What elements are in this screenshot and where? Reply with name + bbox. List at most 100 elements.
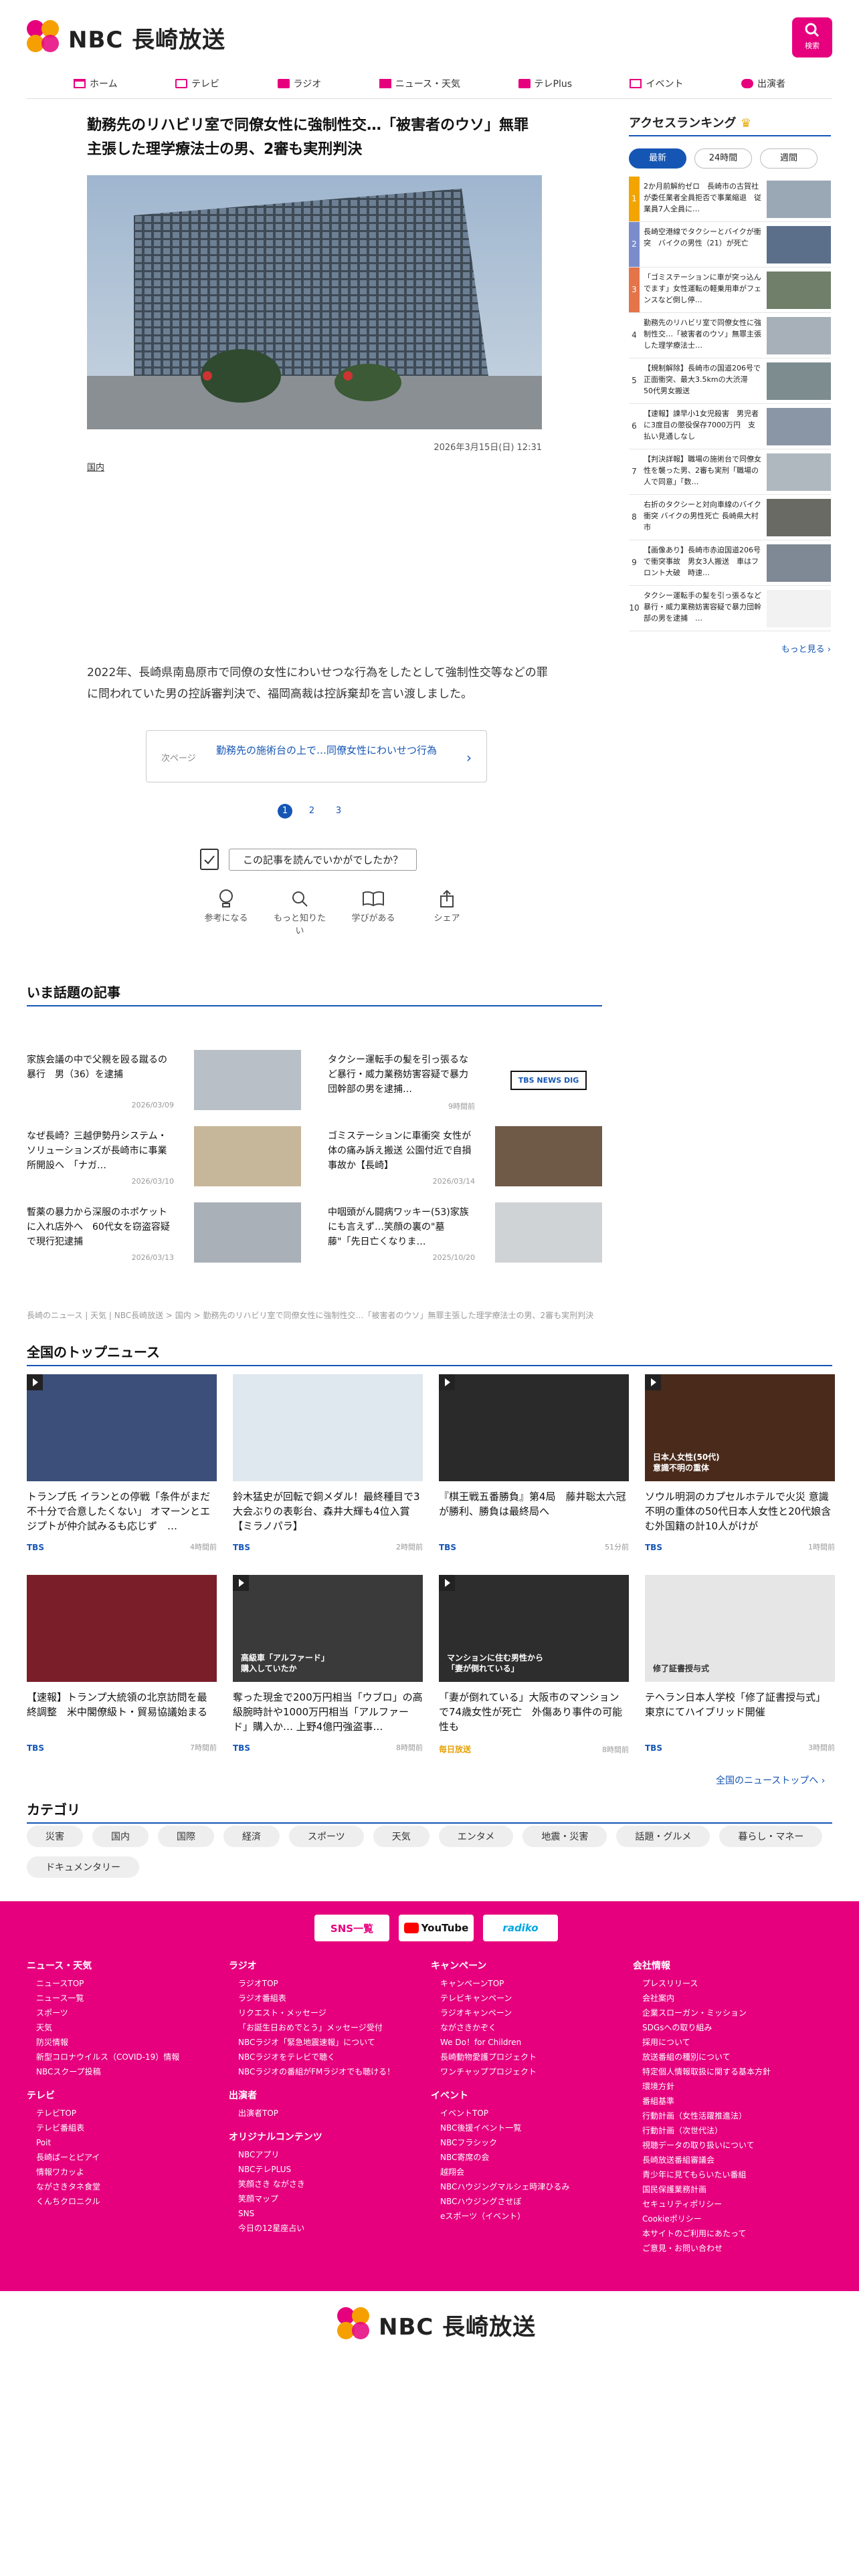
- footer-link[interactable]: ラジオTOP: [229, 1976, 416, 1991]
- nav-performers[interactable]: 出演者: [741, 74, 785, 94]
- footer-link[interactable]: イベントTOP: [431, 2106, 618, 2121]
- footer-link[interactable]: 行動計画（次世代法）: [633, 2123, 820, 2138]
- footer-link[interactable]: 「お誕生日おめでとう」メッセージ受付: [229, 2020, 416, 2035]
- national-news-card[interactable]: 日本人女性(50代) 意識不明の重体 ソウル明洞のカプセルホテルで火災 意識不明の…: [645, 1374, 835, 1552]
- topic-item[interactable]: 暫薬の暴力から深服のホポケットに入れ店外へ 60代女を窃盗容疑で現行犯逮捕 202…: [27, 1202, 301, 1269]
- footer-link[interactable]: NBC寄席の会: [431, 2150, 618, 2165]
- category-chip[interactable]: ドキュメンタリー: [27, 1856, 139, 1878]
- footer-link[interactable]: 長崎動物愛護プロジェクト: [431, 2050, 618, 2064]
- footer-link[interactable]: テレビキャンペーン: [431, 1991, 618, 2006]
- footer-link[interactable]: キャンペーンTOP: [431, 1976, 618, 1991]
- footer-link[interactable]: ニュース一覧: [27, 1991, 214, 2006]
- footer-logo[interactable]: NBC 長崎放送: [337, 2307, 536, 2342]
- footer-link[interactable]: 会社案内: [633, 1991, 820, 2006]
- footer-link[interactable]: 長崎放送番組審議会: [633, 2153, 820, 2167]
- footer-link[interactable]: 行動計画（女性活躍推進法）: [633, 2109, 820, 2123]
- ranking-more-link[interactable]: もっと見る ›: [629, 642, 831, 655]
- footer-link[interactable]: NBCラジオの番組がFMラジオでも聴ける！: [229, 2064, 416, 2079]
- footer-link[interactable]: Cookieポリシー: [633, 2212, 820, 2226]
- footer-link[interactable]: テレビ番組表: [27, 2121, 214, 2135]
- topic-item[interactable]: なぜ長崎？三越伊勢丹システム・ソリューションズが長崎市に事業所開設へ 「ナガ… 2…: [27, 1126, 301, 1193]
- next-page-link[interactable]: 次ページ 勤務先の施術台の上で…同僚女性にわいせつ行為 ›: [146, 730, 487, 782]
- footer-link[interactable]: eスポーツ（イベント）: [431, 2209, 618, 2224]
- footer-link[interactable]: 新型コロナウイルス（COVID-19）情報: [27, 2050, 214, 2064]
- footer-heading[interactable]: テレビ: [27, 2088, 214, 2102]
- footer-link[interactable]: ラジオ番組表: [229, 1991, 416, 2006]
- footer-link[interactable]: 本サイトのご利用にあたって: [633, 2226, 820, 2241]
- sns-list-button[interactable]: SNS一覧: [314, 1915, 389, 1941]
- footer-link[interactable]: 笑顔さき ながさき: [229, 2177, 416, 2191]
- ranking-item[interactable]: 3 「ゴミステーションに車が突っ込んでます」女性運転の軽乗用車がフェンスなど倒し停…: [629, 267, 831, 313]
- footer-link[interactable]: 今日の12星座占い: [229, 2221, 416, 2236]
- footer-heading[interactable]: イベント: [431, 2088, 618, 2102]
- national-news-card[interactable]: 【速報】トランプ大統領の北京訪問を最終調整 米中閣僚級ト・貿易協議始まる TBS 7…: [27, 1575, 217, 1753]
- footer-heading[interactable]: オリジナルコンテンツ: [229, 2130, 416, 2143]
- footer-link[interactable]: NBC後援イベント一覧: [431, 2121, 618, 2135]
- footer-link[interactable]: ながさきタネ食堂: [27, 2179, 214, 2194]
- national-news-all-link[interactable]: 全国のニューストップへ ›: [716, 1774, 825, 1787]
- reaction-helpful[interactable]: 参考になる: [199, 887, 253, 936]
- footer-link[interactable]: ニュースTOP: [27, 1976, 214, 1991]
- article-category-tag[interactable]: 国内: [87, 460, 104, 473]
- topic-item[interactable]: 家族会議の中で父親を殴る蹴るの暴行 男（36）を逮捕 2026/03/09: [27, 1050, 301, 1117]
- footer-link[interactable]: 笑顔マップ: [229, 2191, 416, 2206]
- footer-heading[interactable]: 出演者: [229, 2088, 416, 2102]
- radiko-button[interactable]: radiko: [483, 1915, 558, 1941]
- nav-home[interactable]: ホーム: [74, 74, 118, 94]
- category-chip[interactable]: 経済: [223, 1826, 280, 1847]
- ranking-item[interactable]: 2 長崎空港線でタクシーとバイクが衝突 バイクの男性（21）が死亡: [629, 222, 831, 267]
- footer-link[interactable]: ワンチャッププロジェクト: [431, 2064, 618, 2079]
- nav-radio[interactable]: ラジオ: [277, 74, 321, 94]
- nav-event[interactable]: イベント: [630, 74, 683, 94]
- footer-link[interactable]: 防災情報: [27, 2035, 214, 2050]
- footer-link[interactable]: セキュリティポリシー: [633, 2197, 820, 2212]
- footer-link[interactable]: NBCラジオをテレビで聴く: [229, 2050, 416, 2064]
- footer-link[interactable]: くんちクロニクル: [27, 2194, 214, 2209]
- footer-link[interactable]: テレビTOP: [27, 2106, 214, 2121]
- footer-link[interactable]: ラジオキャンペーン: [431, 2006, 618, 2020]
- ranking-item[interactable]: 6 【速報】諫早小1女児殺害 男児者に3度目の懲役保存7000万円 支払い見通しな…: [629, 404, 831, 449]
- reaction-learning[interactable]: 学びがある: [347, 887, 400, 936]
- footer-link[interactable]: NBCアプリ: [229, 2147, 416, 2162]
- footer-link[interactable]: NBCハウジングさせぼ: [431, 2194, 618, 2209]
- search-button[interactable]: 検索: [792, 17, 832, 58]
- footer-link[interactable]: NBCラジオ「緊急地震速報」について: [229, 2035, 416, 2050]
- national-news-card[interactable]: マンションに住む男性から 「妻が倒れている」 「妻が倒れている」大阪市のマンション…: [439, 1575, 629, 1755]
- page-3[interactable]: 3: [331, 804, 346, 819]
- ranking-tab-latest[interactable]: 最新: [629, 148, 686, 169]
- footer-link[interactable]: 出演者TOP: [229, 2106, 416, 2121]
- footer-link[interactable]: NBCハウジングマルシェ時津ひるみ: [431, 2179, 618, 2194]
- category-chip[interactable]: 国内: [92, 1826, 149, 1847]
- category-chip[interactable]: スポーツ: [289, 1826, 364, 1847]
- nav-teleplus[interactable]: テレPlus: [518, 74, 572, 94]
- footer-link[interactable]: 放送番組の種別について: [633, 2050, 820, 2064]
- nav-news-weather[interactable]: ニュース・天気: [379, 74, 460, 94]
- ranking-item[interactable]: 8 右折のタクシーと対向車線のバイク衝突 バイクの男性死亡 長崎県大村市: [629, 495, 831, 540]
- ranking-tab-weekly[interactable]: 週間: [760, 148, 818, 169]
- category-chip[interactable]: 災害: [27, 1826, 83, 1847]
- national-news-card[interactable]: 高級車「アルファード」 購入していたか 奪った現金で200万円相当「ウブロ」の高級…: [233, 1575, 423, 1753]
- footer-link[interactable]: NBCテレPLUS: [229, 2162, 416, 2177]
- footer-link[interactable]: スポーツ: [27, 2006, 214, 2020]
- footer-link[interactable]: 特定個人情報取扱に関する基本方針: [633, 2064, 820, 2079]
- footer-link[interactable]: リクエスト・メッセージ: [229, 2006, 416, 2020]
- ranking-tab-24h[interactable]: 24時間: [694, 148, 752, 169]
- footer-link[interactable]: We Do！for Children: [431, 2035, 618, 2050]
- category-chip[interactable]: 地震・災害: [522, 1826, 607, 1847]
- ranking-item[interactable]: 5 【規制解除】長崎市の国道206号で正面衝突、最大3.5kmの大渋滞 50代男女…: [629, 358, 831, 404]
- national-news-card[interactable]: 『棋王戦五番勝負』第4局 藤井聡太六冠が勝利、勝負は最終局へ TBS 51分前: [439, 1374, 629, 1552]
- footer-link[interactable]: 長崎ばーとピアイ: [27, 2150, 214, 2165]
- category-chip[interactable]: エンタメ: [438, 1826, 514, 1847]
- topic-item[interactable]: タクシー運転手の髪を引っ張るなど暴行・威力業務妨害容疑で暴力団幹部の男を逮捕… 9…: [328, 1050, 602, 1117]
- site-logo[interactable]: NBC 長崎放送: [27, 20, 225, 55]
- footer-link[interactable]: 採用について: [633, 2035, 820, 2050]
- footer-link[interactable]: ご意見・お問い合わせ: [633, 2241, 820, 2256]
- national-news-card[interactable]: トランプ氏 イランとの停戦「条件がまだ不十分で合意したくない」 オマーンとエジプ…: [27, 1374, 217, 1552]
- ranking-item[interactable]: 4 勤務先のリハビリ室で同僚女性に強制性交…「被害者のウソ」無罪主張した理学療法士…: [629, 313, 831, 358]
- footer-heading[interactable]: ニュース・天気: [27, 1959, 214, 1972]
- category-chip[interactable]: 暮らし・マネー: [719, 1826, 823, 1847]
- page-1[interactable]: 1: [278, 804, 292, 819]
- reaction-want-more[interactable]: もっと知りたい: [273, 887, 326, 936]
- youtube-button[interactable]: YouTube: [399, 1915, 474, 1941]
- footer-link[interactable]: SDGsへの取り組み: [633, 2020, 820, 2035]
